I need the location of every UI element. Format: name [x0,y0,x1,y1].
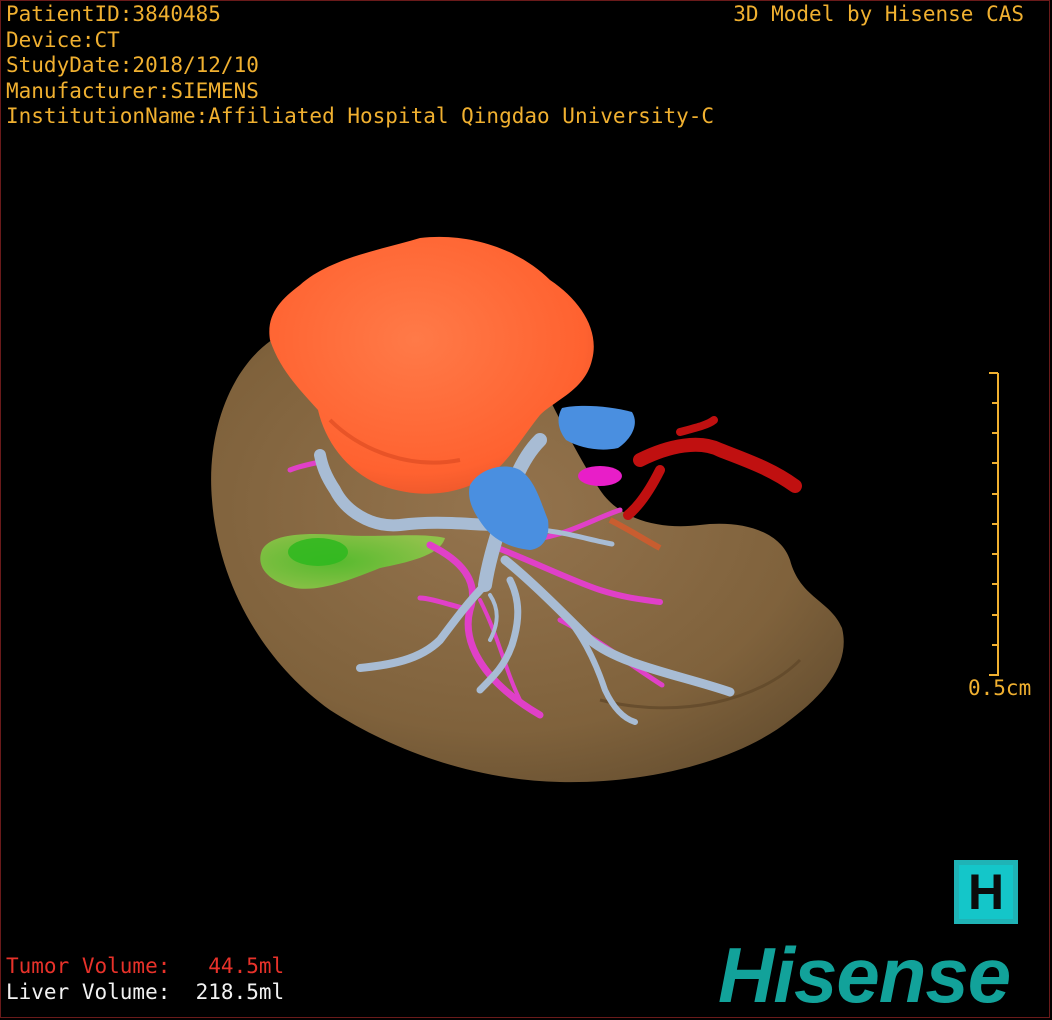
gallbladder-core [288,538,348,566]
device: Device:CT [6,27,120,52]
institution-name: InstitutionName:Affiliated Hospital Qing… [6,104,715,128]
tumor-volume: Tumor Volume: 44.5ml [6,954,285,978]
manufacturer: Manufacturer:SIEMENS [6,78,259,103]
red-artery-model[interactable] [623,416,802,520]
scale-label: 0.5cm [968,676,1032,700]
3d-model-viewport[interactable] [0,0,1052,1020]
scale-bar [989,372,999,676]
magenta-vessel-node [578,466,622,486]
brand-wordmark: Hisense [718,931,1011,1019]
liver-volume: Liver Volume: 218.5ml [6,980,285,1004]
model-credit: 3D Model by Hisense CAS [733,2,1024,26]
patient-id: PatientID:3840485 [6,2,221,26]
study-date: StudyDate:2018/12/10 [6,53,259,77]
logo-letter: H [959,865,1013,919]
study-info-panel: PatientID:3840485 Device:CT StudyDate:20… [6,2,714,130]
hisense-logo-icon: H [954,860,1018,924]
volume-readout: Tumor Volume: 44.5ml Liver Volume: 218.5… [6,953,284,1005]
